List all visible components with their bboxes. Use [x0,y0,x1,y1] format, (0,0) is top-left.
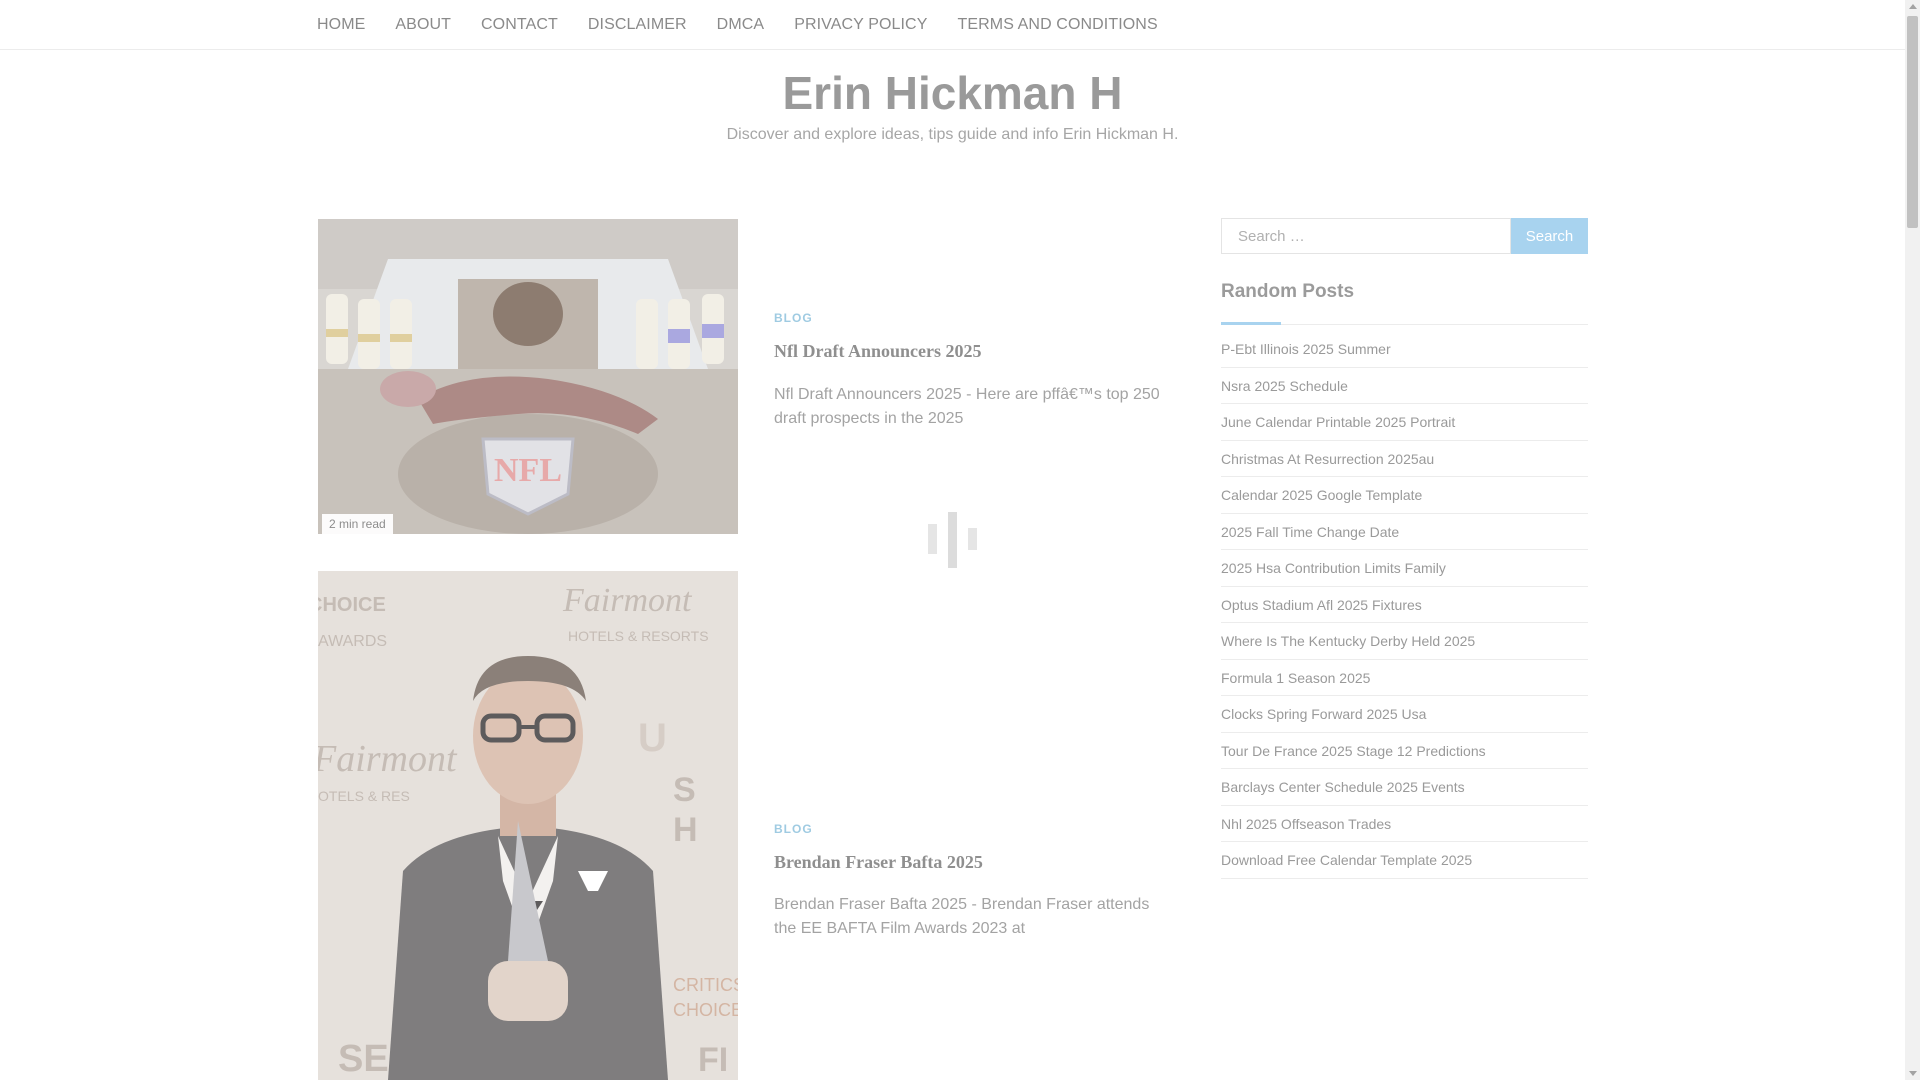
svg-text:U: U [638,716,667,760]
post-title-nfl[interactable]: Nfl Draft Announcers 2025 [774,341,982,362]
random-post-link[interactable]: Optus Stadium Afl 2025 Fixtures [1221,587,1588,623]
svg-text:H: H [673,811,698,849]
nfl-draft-stage-image: NFL [318,219,738,534]
loading-spinner-icon [928,512,977,568]
post-title-brendan[interactable]: Brendan Fraser Bafta 2025 [774,852,983,873]
nav-item-terms[interactable]: TERMS AND CONDITIONS [958,16,1158,34]
nav-item-contact[interactable]: CONTACT [481,16,558,34]
post-thumbnail-brendan[interactable]: CHOICE AWARDS Fairmont HOTELS & RESORTS … [318,571,738,1080]
svg-text:Fairmont: Fairmont [318,738,458,780]
random-post-link[interactable]: P-Ebt Illinois 2025 Summer [1221,331,1588,368]
random-post-link[interactable]: Formula 1 Season 2025 [1221,660,1588,696]
svg-text:CHOICE: CHOICE [318,594,386,616]
search-input[interactable] [1221,218,1511,254]
post-excerpt-brendan: Brendan Fraser Bafta 2025 - Brendan Fras… [774,896,1150,937]
site-description: Discover and explore ideas, tips guide a… [726,126,1179,143]
nav-item-home[interactable]: HOME [317,16,365,34]
search-button[interactable]: Search [1511,218,1588,254]
scroll-up-arrow-icon[interactable] [1909,4,1917,9]
nav-item-privacy-policy[interactable]: PRIVACY POLICY [794,16,927,34]
post-category-label[interactable]: BLOG [774,822,813,836]
read-time-badge: 2 min read [322,514,393,534]
nav-item-about[interactable]: ABOUT [395,16,451,34]
brendan-fraser-award-image: CHOICE AWARDS Fairmont HOTELS & RESORTS … [318,571,738,1080]
nav-item-disclaimer[interactable]: DISCLAIMER [588,16,687,34]
random-post-link[interactable]: 2025 Hsa Contribution Limits Family [1221,550,1588,587]
nav-item-dmca[interactable]: DMCA [717,16,765,34]
scroll-down-arrow-icon[interactable] [1909,1071,1917,1076]
random-post-link[interactable]: Nsra 2025 Schedule [1221,368,1588,404]
scrollbar-thumb[interactable] [1907,16,1918,228]
random-posts-title: Random Posts [1221,281,1355,302]
svg-text:CRITICS: CRITICS [673,975,738,995]
top-navigation: HOME ABOUT CONTACT DISCLAIMER DMCA PRIVA… [0,0,1905,50]
random-post-link[interactable]: Where Is The Kentucky Derby Held 2025 [1221,623,1588,660]
svg-text:OTELS & RES: OTELS & RES [318,788,410,804]
random-post-link[interactable]: Barclays Center Schedule 2025 Events [1221,769,1588,806]
svg-text:NFL: NFL [494,452,562,489]
svg-text:AWARDS: AWARDS [318,633,387,650]
random-post-link[interactable]: 2025 Fall Time Change Date [1221,514,1588,550]
widget-title-underline [1221,322,1281,325]
post-category-label[interactable]: BLOG [774,311,813,325]
random-post-link[interactable]: June Calendar Printable 2025 Portrait [1221,404,1588,441]
svg-text:HOTELS & RESORTS: HOTELS & RESORTS [568,628,709,644]
site-title[interactable]: Erin Hickman H [0,66,1905,120]
random-post-link[interactable]: Calendar 2025 Google Template [1221,477,1588,514]
svg-text:S: S [673,771,696,809]
random-post-link[interactable]: Tour De France 2025 Stage 12 Predictions [1221,733,1588,769]
svg-text:Fairmont: Fairmont [562,582,693,619]
random-post-link[interactable]: Clocks Spring Forward 2025 Usa [1221,696,1588,733]
page: HOME ABOUT CONTACT DISCLAIMER DMCA PRIVA… [0,0,1905,1080]
random-post-link[interactable]: Download Free Calendar Template 2025 [1221,842,1588,879]
random-post-link[interactable]: Christmas At Resurrection 2025au [1221,441,1588,477]
random-posts-list: P-Ebt Illinois 2025 Summer Nsra 2025 Sch… [1221,331,1588,879]
svg-text:FI: FI [698,1041,728,1079]
vertical-scrollbar[interactable] [1905,0,1920,1080]
post-excerpt-nfl: Nfl Draft Announcers 2025 - Here are pff… [774,386,1160,427]
svg-text:CHOICE: CHOICE [673,1000,738,1020]
post-thumbnail-nfl[interactable]: NFL 2 min read [318,219,738,534]
random-post-link[interactable]: Nhl 2025 Offseason Trades [1221,806,1588,842]
